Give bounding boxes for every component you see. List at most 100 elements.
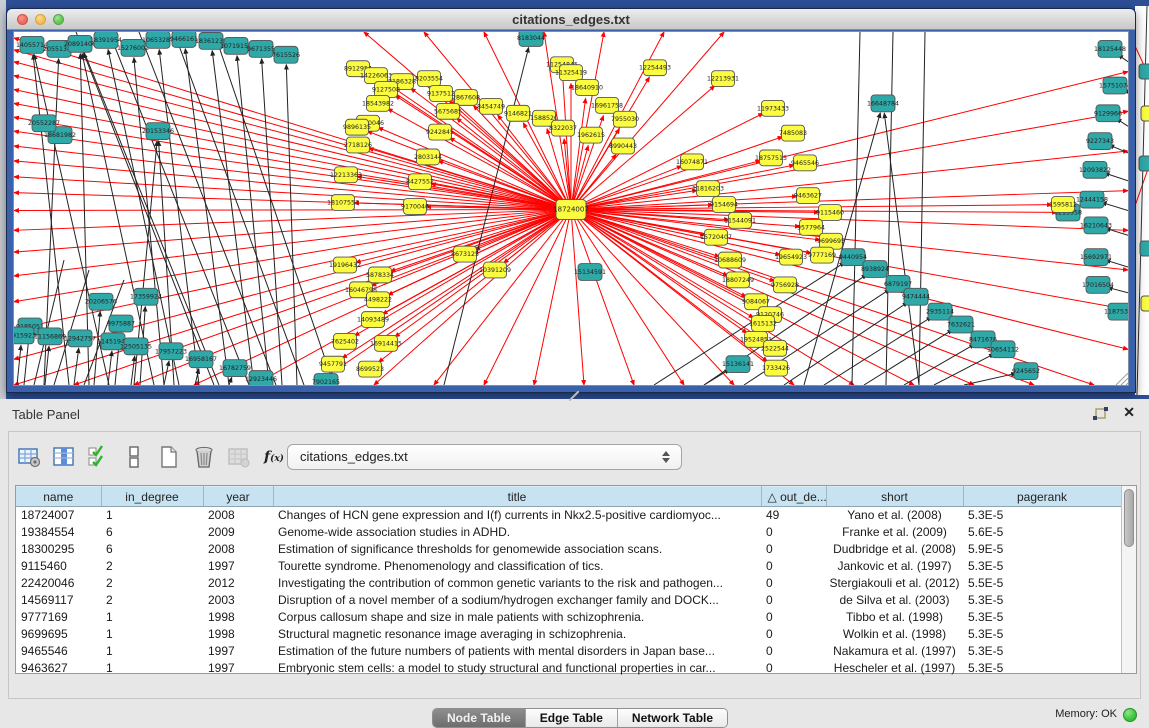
close-panel-icon[interactable]: ✕	[1123, 404, 1135, 420]
black-edge[interactable]	[886, 32, 893, 385]
table-scrollbar-thumb[interactable]	[1124, 489, 1134, 547]
graph-node[interactable]: 15136141	[722, 356, 754, 373]
black-edge[interactable]	[108, 351, 112, 385]
graph-node[interactable]: 12213931	[707, 71, 739, 87]
table-row[interactable]: 1872400712008Changes of HCN gene express…	[16, 507, 1121, 525]
red-edge[interactable]	[571, 209, 684, 385]
graph-node[interactable]: 9463627	[794, 188, 822, 204]
graph-node[interactable]: 8673125	[451, 246, 479, 262]
table-row[interactable]: 1830029562008Estimation of significance …	[16, 541, 1121, 558]
graph-node[interactable]: 10688609	[714, 252, 746, 268]
graph-node[interactable]: 9756928	[771, 277, 799, 293]
graph-node[interactable]: 9154694	[710, 197, 738, 213]
graph-node[interactable]: 9777169	[808, 247, 836, 263]
table-columns-icon[interactable]	[52, 445, 76, 469]
graph-node[interactable]: 20153346	[142, 123, 174, 140]
black-edge[interactable]	[286, 65, 297, 385]
graph-node[interactable]: 7485083	[779, 125, 807, 141]
graph-node[interactable]: 18724007	[553, 200, 589, 220]
graph-node[interactable]: 15751074	[1099, 77, 1128, 94]
graph-node[interactable]: 1733426	[762, 360, 790, 376]
red-edge[interactable]	[534, 209, 571, 385]
graph-node[interactable]: 11325419	[555, 65, 587, 81]
graph-node[interactable]: 16648784	[867, 95, 899, 112]
graph-node[interactable]: 9896135	[343, 119, 371, 135]
new-document-icon[interactable]	[157, 445, 181, 469]
network-window-titlebar[interactable]: citations_edges.txt	[7, 9, 1135, 30]
graph-node[interactable]: 16958167	[185, 351, 217, 368]
table-row[interactable]: 969969511998Structural magnetic resonanc…	[16, 626, 1121, 643]
red-edge[interactable]	[571, 98, 586, 209]
graph-node[interactable]: 18543982	[362, 95, 394, 111]
graph-node[interactable]: 3915923	[14, 327, 36, 344]
table-row[interactable]: 1938455462009Genome-wide association stu…	[16, 524, 1121, 541]
graph-node[interactable]: 9129966	[1094, 105, 1122, 122]
black-edge[interactable]	[185, 49, 229, 385]
graph-node[interactable]: 9465546	[791, 155, 819, 171]
graph-node[interactable]: 8990443	[609, 138, 637, 154]
table-select-dropdown[interactable]: citations_edges.txt	[287, 444, 682, 470]
black-edge[interactable]	[1106, 260, 1129, 267]
graph-node[interactable]: 9474444	[902, 288, 930, 305]
network-canvas[interactable]: 1405571420551342208914061839195415276002…	[13, 31, 1129, 386]
graph-node[interactable]: 20206576	[85, 293, 117, 310]
red-edge[interactable]	[571, 111, 1128, 209]
graph-node[interactable]: 5675685	[434, 103, 462, 119]
table-settings-icon[interactable]	[17, 445, 41, 469]
graph-node[interactable]: 15720407	[700, 229, 732, 245]
graph-node[interactable]: 7615526	[272, 46, 300, 63]
graph-node[interactable]: 10654112	[987, 341, 1019, 358]
memory-status-indicator[interactable]	[1123, 708, 1137, 722]
graph-node[interactable]: 17957223	[155, 343, 187, 360]
graph-node[interactable]: 12444158	[1076, 191, 1108, 208]
column-header-short[interactable]: short	[826, 487, 963, 507]
red-edge[interactable]	[571, 166, 682, 210]
graph-node[interactable]: 12923446	[245, 371, 277, 385]
table-row[interactable]: 1456911722003Disruption of a novel membe…	[16, 592, 1121, 609]
red-edge[interactable]	[571, 209, 584, 385]
delete-trash-icon[interactable]	[192, 445, 216, 469]
table-row[interactable]: 2242004622012Investigating the contribut…	[16, 575, 1121, 592]
graph-node[interactable]: 9242845	[426, 124, 454, 140]
black-edge[interactable]	[229, 377, 232, 385]
column-header-title[interactable]: title	[273, 487, 761, 507]
tab-edge-table[interactable]: Edge Table	[526, 709, 618, 727]
black-edge[interactable]	[864, 330, 953, 385]
graph-node[interactable]: 9975887	[107, 315, 135, 332]
graph-node[interactable]: 18640910	[571, 80, 603, 96]
graph-node[interactable]: 11816203	[692, 181, 724, 197]
graph-node[interactable]: 12093822	[1079, 161, 1111, 178]
graph-node[interactable]: 9115460	[816, 205, 844, 221]
graph-node[interactable]: 12254493	[639, 60, 671, 76]
graph-node[interactable]: 12505135	[120, 338, 152, 355]
graph-node[interactable]: 9245652	[1012, 363, 1040, 380]
graph-node[interactable]: 10391209	[479, 262, 511, 278]
tab-node-table[interactable]: Node Table	[433, 709, 526, 727]
red-edge[interactable]	[571, 209, 1128, 349]
graph-node[interactable]: 7632621	[947, 316, 975, 333]
graph-node[interactable]: 18757515	[755, 150, 787, 166]
graph-node[interactable]: 18125448	[1094, 40, 1126, 57]
graph-node[interactable]: 8203554	[415, 71, 443, 87]
column-header-name[interactable]: name	[16, 487, 101, 507]
select-rows-icon[interactable]	[87, 445, 111, 469]
graph-node[interactable]: 9146821	[504, 105, 532, 121]
black-edge[interactable]	[964, 373, 1016, 385]
graph-node[interactable]: 15692971	[1080, 249, 1112, 266]
graph-node[interactable]: 2522544	[761, 340, 789, 356]
graph-node[interactable]: 18807249	[722, 272, 754, 288]
graph-node[interactable]: 9457791	[319, 356, 347, 372]
black-edge[interactable]	[1106, 228, 1129, 235]
graph-node[interactable]: 1962615	[577, 127, 605, 143]
function-builder-icon[interactable]: f(x)	[262, 445, 286, 469]
graph-node[interactable]: 2718126	[344, 137, 372, 153]
graph-node[interactable]: 8322037	[549, 120, 577, 136]
graph-node[interactable]: 9466161	[170, 32, 198, 47]
graph-node[interactable]: 14093489	[357, 312, 389, 328]
graph-node[interactable]: 7625402	[331, 333, 359, 349]
graph-node[interactable]: 8699523	[356, 361, 384, 377]
red-edge[interactable]	[571, 209, 1034, 385]
graph-node[interactable]: 16782759	[219, 360, 251, 377]
citation-network-graph[interactable]: 1405571420551342208914061839195415276002…	[14, 32, 1128, 385]
float-panel-icon[interactable]	[1093, 407, 1109, 421]
